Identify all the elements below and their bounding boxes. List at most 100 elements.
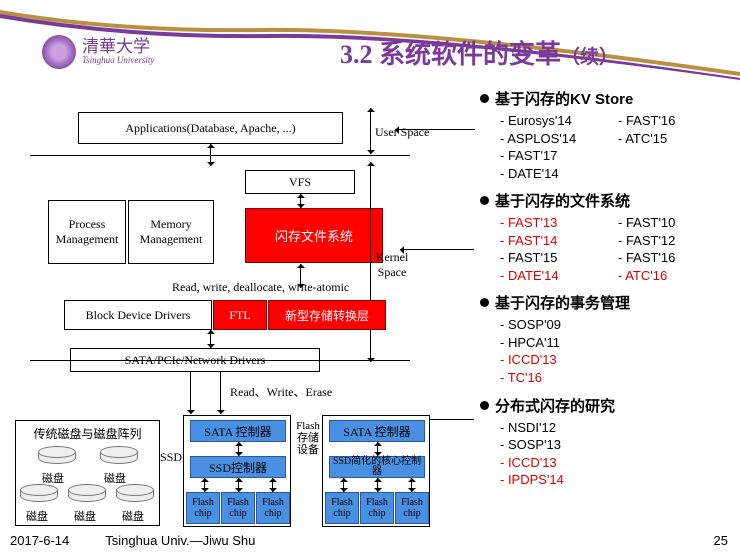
label-flash-dev: Flash 存储 设备 [293,420,323,456]
footer-page: 25 [714,533,728,548]
disk-icon [100,446,138,468]
divider-userspace [30,155,410,156]
pub-item: - ASPLOS'14 [500,130,612,148]
slide-title: 3.2 系统软件的变革（续） [340,34,618,71]
bullet-column: 基于闪存的KV Store - Eurosys'14 - FAST'16 - ASPL… [480,88,730,497]
pub-item: - FAST'17 [500,147,612,165]
pub-item: - FAST'14 [500,232,612,250]
pub-item: - FAST'12 [618,232,730,250]
brace-kernel-space [370,162,371,362]
section-head: 分布式闪存的研究 [480,395,730,416]
pub-item: - ICCD'13 [500,351,730,369]
arrow-fd-internal [377,442,378,456]
arrow-fd-chip1 [343,478,344,492]
disk-icon [38,446,76,468]
box-flash-chip: Flash chip [256,492,290,524]
pub-item [618,147,730,165]
bullet-dot-icon [480,196,489,205]
label-ssd: SSD [160,450,182,465]
pub-item: - HPCA'11 [500,334,730,352]
box-flash-chip: Flash chip [325,492,359,524]
section-head: 基于闪存的KV Store [480,88,730,109]
pub-item: - NSDI'12 [500,419,730,437]
slide-footer: 2017-6-14 Tsinghua Univ.—Jiwu Shu 25 [10,533,728,548]
section-head-text: 基于闪存的文件系统 [495,190,630,211]
box-ftl: FTL [213,300,267,330]
disk-icon [68,484,106,506]
box-traditional-disks: 传统磁盘与磁盘阵列 磁盘 磁盘 磁盘 磁盘 磁盘 [15,420,160,526]
pub-item: - DATE'14 [500,165,612,183]
bullet-section: 基于闪存的KV Store - Eurosys'14 - FAST'16 - ASPL… [480,88,730,182]
box-proc-mgmt: Process Management [48,200,126,264]
logo-seal-icon [42,35,76,69]
box-flash-chip: Flash chip [186,492,220,524]
bullet-dot-icon [480,298,489,307]
arrow-ssd-chip1 [204,478,205,492]
pub-item: - FAST'13 [500,214,612,232]
disk-label: 磁盘 [74,508,96,524]
trad-title: 传统磁盘与磁盘阵列 [20,425,155,442]
pub-item: - SOSP'09 [500,316,730,334]
bullet-dot-icon [480,401,489,410]
pub-item [618,165,730,183]
pub-item: - Eurosys'14 [500,112,612,130]
arrow-ssd-internal [238,442,239,456]
pub-list: - NSDI'12- SOSP'13- ICCD'13- IPDPS'14 [480,419,730,489]
bullet-dot-icon [480,94,489,103]
arrow-vfs-fs [300,194,301,208]
pub-list: - Eurosys'14 - FAST'16 - ASPLOS'14 - ATC'15… [480,112,730,182]
disk-icon [116,484,154,506]
pub-item: - ICCD'13 [500,454,730,472]
logo-en: Tsinghua University [82,55,154,66]
arrow-fd-chip2 [377,478,378,492]
pub-item: - ATC'16 [618,267,730,285]
bullet-section: 基于闪存的事务管理 - SOSP'09- HPCA'11- ICCD'13- TC… [480,292,730,386]
box-newlayer: 新型存储转换层 [268,300,386,330]
box-flash-device: SATA 控制器 SSD简化的核心控制器 Flash chip Flash ch… [322,415,430,527]
title-main: 3.2 系统软件的变革 [340,40,561,69]
pub-item: - FAST'16 [618,112,730,130]
arrow-fd-chip3 [411,478,412,492]
section-head: 基于闪存的事务管理 [480,292,730,313]
box-ssd: SATA 控制器 SSD控制器 Flash chip Flash chip Fl… [183,415,291,527]
university-logo: 清華大学 Tsinghua University [42,32,202,72]
pub-item: - IPDPS'14 [500,471,730,489]
bullet-section: 基于闪存的文件系统- FAST'13- FAST'10- FAST'14- FA… [480,190,730,284]
box-mem-mgmt: Memory Management [128,200,214,264]
box-flash-chip: Flash chip [395,492,429,524]
box-flash-chip: Flash chip [360,492,394,524]
pub-item: - ATC'15 [618,130,730,148]
box-flash-chip: Flash chip [221,492,255,524]
label-rw-dealloc: Read, write, deallocate, write-atomic [172,280,349,295]
pub-item: - FAST'10 [618,214,730,232]
disk-label: 磁盘 [122,508,144,524]
pub-item: - FAST'16 [618,249,730,267]
box-flash-fs: 闪存文件系统 [245,208,383,263]
pub-list: - FAST'13- FAST'10- FAST'14- FAST'12- FA… [480,214,730,284]
pub-item: - DATE'14 [500,267,612,285]
label-kernel-space: Kernel Space [372,250,412,280]
pub-item: - SOSP'13 [500,436,730,454]
brace-user-space [370,108,371,154]
arrow-drv-left [190,372,191,414]
logo-cn: 清華大学 [82,38,154,55]
section-head: 基于闪存的文件系统 [480,190,730,211]
arrow-drv-mid [220,372,221,414]
disk-icon [20,484,58,506]
title-cont: （续） [561,47,618,68]
section-head-text: 分布式闪存的研究 [495,395,615,416]
arrow-bdd-sata [210,330,211,348]
pub-item: - TC'16 [500,369,730,387]
architecture-diagram: User Space Applications(Database, Apache… [20,100,450,530]
arrow-ssd-chip2 [238,478,239,492]
arrow-ssd-chip3 [272,478,273,492]
footer-date: 2017-6-14 [10,533,69,548]
label-user-space: User Space [375,125,429,140]
divider-kernelspace [30,360,410,361]
footer-source: Tsinghua Univ.—Jiwu Shu [105,533,255,548]
pub-list: - SOSP'09- HPCA'11- ICCD'13- TC'16 [480,316,730,386]
section-head-text: 基于闪存的KV Store [495,88,633,109]
bullet-section: 分布式闪存的研究 - NSDI'12- SOSP'13- ICCD'13- IPD… [480,395,730,489]
disk-label: 磁盘 [26,508,48,524]
pub-item: - FAST'15 [500,249,612,267]
